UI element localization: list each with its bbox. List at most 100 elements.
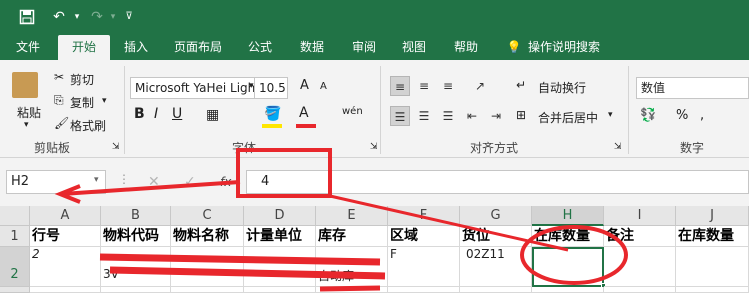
cell-g2[interactable]: 02Z11: [460, 247, 532, 287]
name-box-dropdown-icon[interactable]: ▾: [94, 175, 99, 185]
cell-a2[interactable]: 2: [30, 247, 101, 287]
name-box[interactable]: H2: [6, 170, 106, 194]
cell-d2[interactable]: [244, 247, 316, 287]
tab-data[interactable]: 数据: [292, 35, 332, 60]
fill-color-icon[interactable]: 🪣: [264, 106, 281, 122]
cell-g3[interactable]: [460, 287, 532, 293]
cell-c2[interactable]: [171, 247, 244, 287]
tab-home[interactable]: 开始: [58, 35, 110, 60]
cell-c3[interactable]: [171, 287, 244, 293]
cell-e2[interactable]: 自动库: [316, 247, 388, 287]
header-cell-remark[interactable]: 备注: [604, 226, 676, 247]
column-header-e[interactable]: E: [316, 206, 388, 226]
number-format-dropdown[interactable]: 数值: [636, 77, 749, 99]
cell-b2[interactable]: 3V: [101, 247, 171, 287]
tell-me-search[interactable]: 操作说明搜索: [528, 35, 610, 60]
formula-bar-grip-icon[interactable]: ⋮: [118, 172, 130, 186]
cell-b3[interactable]: [101, 287, 171, 293]
percent-icon[interactable]: %: [676, 108, 688, 123]
header-cell-row-number[interactable]: 行号: [30, 226, 101, 247]
copy-icon[interactable]: ⎘: [54, 93, 64, 108]
wrap-text-button[interactable]: 自动换行: [538, 79, 586, 96]
cell-e3[interactable]: [316, 287, 388, 293]
cell-j2[interactable]: [676, 247, 749, 287]
decrease-font-icon[interactable]: A: [320, 81, 327, 92]
align-top-icon[interactable]: ≡: [390, 76, 410, 96]
alignment-launcher-icon[interactable]: ⇲: [614, 142, 622, 152]
orientation-icon[interactable]: ↗: [470, 76, 490, 96]
column-header-i[interactable]: I: [604, 206, 676, 226]
header-cell-stock-qty-2[interactable]: 在库数量: [676, 226, 749, 247]
customize-icon[interactable]: ⊽: [118, 6, 140, 28]
save-icon[interactable]: [16, 6, 38, 28]
font-size-dropdown[interactable]: 10.5: [254, 77, 288, 99]
undo-dropdown-icon[interactable]: ▾: [66, 6, 88, 28]
row-header-1[interactable]: 1: [0, 226, 30, 247]
column-header-f[interactable]: F: [388, 206, 460, 226]
merge-dropdown-icon[interactable]: ▾: [608, 110, 613, 120]
comma-style-icon[interactable]: ,: [700, 108, 704, 123]
increase-font-icon[interactable]: A: [300, 78, 309, 93]
column-header-h[interactable]: H: [532, 206, 604, 226]
tab-insert[interactable]: 插入: [116, 35, 156, 60]
tab-page-layout[interactable]: 页面布局: [166, 35, 230, 60]
header-cell-location[interactable]: 货位: [460, 226, 532, 247]
cut-button[interactable]: 剪切: [70, 71, 94, 88]
row-header-3[interactable]: [0, 287, 30, 293]
header-cell-material-name[interactable]: 物料名称: [171, 226, 244, 247]
cell-h3[interactable]: [532, 287, 604, 293]
italic-icon[interactable]: I: [154, 106, 158, 122]
row-header-2[interactable]: 2: [0, 247, 30, 287]
cancel-icon[interactable]: ✕: [148, 174, 160, 190]
increase-indent-icon[interactable]: ⇥: [486, 106, 506, 126]
cell-i2[interactable]: [604, 247, 676, 287]
merge-center-icon[interactable]: ⊞: [516, 108, 526, 122]
formula-input[interactable]: 4: [246, 170, 749, 194]
font-name-chevron-icon[interactable]: ▾: [249, 81, 254, 91]
select-all-corner[interactable]: [0, 206, 30, 226]
enter-icon[interactable]: ✓: [184, 174, 196, 190]
paste-button[interactable]: 粘贴: [17, 104, 41, 121]
header-cell-material-code[interactable]: 物料代码: [101, 226, 171, 247]
accounting-format-icon[interactable]: 💱: [640, 108, 656, 123]
cell-f2[interactable]: F: [388, 247, 460, 287]
header-cell-warehouse[interactable]: 库存: [316, 226, 388, 247]
paste-icon[interactable]: [12, 72, 38, 98]
header-cell-unit[interactable]: 计量单位: [244, 226, 316, 247]
tab-help[interactable]: 帮助: [446, 35, 486, 60]
wrap-text-icon[interactable]: ↵: [516, 78, 526, 92]
clipboard-launcher-icon[interactable]: ⇲: [112, 142, 120, 152]
tab-formulas[interactable]: 公式: [240, 35, 280, 60]
font-name-dropdown[interactable]: Microsoft YaHei Light: [130, 77, 260, 99]
cell-f3[interactable]: [388, 287, 460, 293]
align-bottom-icon[interactable]: ≡: [438, 76, 458, 96]
paste-dropdown-icon[interactable]: ▾: [24, 120, 29, 130]
header-cell-stock-qty[interactable]: 在库数量: [532, 226, 604, 247]
font-launcher-icon[interactable]: ⇲: [370, 142, 378, 152]
column-header-d[interactable]: D: [244, 206, 316, 226]
cell-h2-selected[interactable]: [532, 247, 604, 287]
phonetic-icon[interactable]: wén: [342, 106, 363, 117]
align-middle-icon[interactable]: ≡: [414, 76, 434, 96]
column-header-a[interactable]: A: [30, 206, 101, 226]
borders-icon[interactable]: ▦: [206, 107, 219, 123]
cell-d3[interactable]: [244, 287, 316, 293]
format-painter-button[interactable]: 格式刷: [70, 117, 106, 134]
column-header-b[interactable]: B: [101, 206, 171, 226]
copy-dropdown-icon[interactable]: ▾: [102, 96, 107, 106]
align-left-icon[interactable]: ☰: [390, 106, 410, 126]
insert-function-icon[interactable]: fx: [220, 175, 231, 189]
column-header-j[interactable]: J: [676, 206, 749, 226]
column-header-g[interactable]: G: [460, 206, 532, 226]
format-painter-icon[interactable]: 🖌: [54, 116, 69, 130]
cut-icon[interactable]: ✂: [54, 70, 64, 84]
cell-i3[interactable]: [604, 287, 676, 293]
align-center-icon[interactable]: ☰: [414, 106, 434, 126]
cell-j3[interactable]: [676, 287, 749, 293]
column-header-c[interactable]: C: [171, 206, 244, 226]
tab-view[interactable]: 视图: [394, 35, 434, 60]
align-right-icon[interactable]: ☰: [438, 106, 458, 126]
tab-file[interactable]: 文件: [8, 35, 48, 60]
tab-review[interactable]: 审阅: [344, 35, 384, 60]
copy-button[interactable]: 复制: [70, 94, 94, 111]
